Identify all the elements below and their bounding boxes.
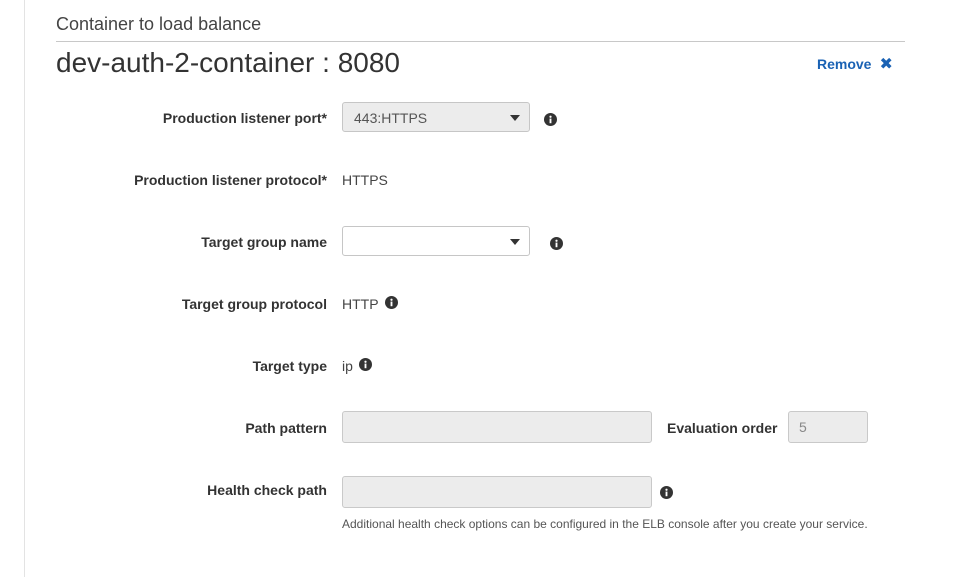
info-circle-icon[interactable]: [384, 296, 398, 312]
panel-left-border: [24, 0, 25, 577]
caret-down-icon: [510, 115, 520, 121]
section-divider: [56, 41, 905, 42]
target-group-protocol-text: HTTP: [342, 296, 379, 312]
listener-port-label: Production listener port*: [162, 110, 327, 126]
health-check-help-text: Additional health check options can be c…: [342, 517, 868, 531]
health-check-path-label: Health check path: [207, 482, 327, 498]
remove-label: Remove: [817, 56, 872, 72]
evaluation-order-value: 5: [799, 419, 807, 435]
target-type-value: ip: [342, 358, 372, 374]
health-check-path-input[interactable]: [342, 476, 652, 508]
close-x-icon: ✖: [879, 56, 893, 73]
evaluation-order-label: Evaluation order: [667, 420, 778, 436]
section-heading: Container to load balance: [56, 14, 262, 34]
remove-container-button[interactable]: Remove ✖: [817, 54, 893, 74]
caret-down-icon: [510, 239, 520, 245]
info-circle-icon[interactable]: [544, 113, 557, 131]
container-title: dev-auth-2-container : 8080: [56, 47, 400, 78]
target-group-name-select[interactable]: [342, 226, 530, 256]
target-group-name-label: Target group name: [201, 234, 327, 250]
info-circle-icon[interactable]: [660, 486, 673, 504]
path-pattern-input[interactable]: [342, 411, 652, 443]
listener-port-select[interactable]: 443:HTTPS: [342, 102, 530, 132]
listener-protocol-text: HTTPS: [342, 172, 388, 188]
target-type-label: Target type: [252, 358, 327, 374]
listener-protocol-value: HTTPS: [342, 172, 388, 188]
listener-port-value: 443:HTTPS: [354, 110, 428, 126]
target-group-protocol-value: HTTP: [342, 296, 398, 312]
target-group-protocol-label: Target group protocol: [181, 296, 327, 312]
listener-protocol-label: Production listener protocol*: [134, 172, 327, 188]
evaluation-order-input[interactable]: 5: [788, 411, 868, 443]
target-type-text: ip: [342, 358, 353, 374]
path-pattern-label: Path pattern: [245, 420, 327, 436]
info-circle-icon[interactable]: [550, 237, 563, 255]
info-circle-icon[interactable]: [358, 358, 372, 374]
